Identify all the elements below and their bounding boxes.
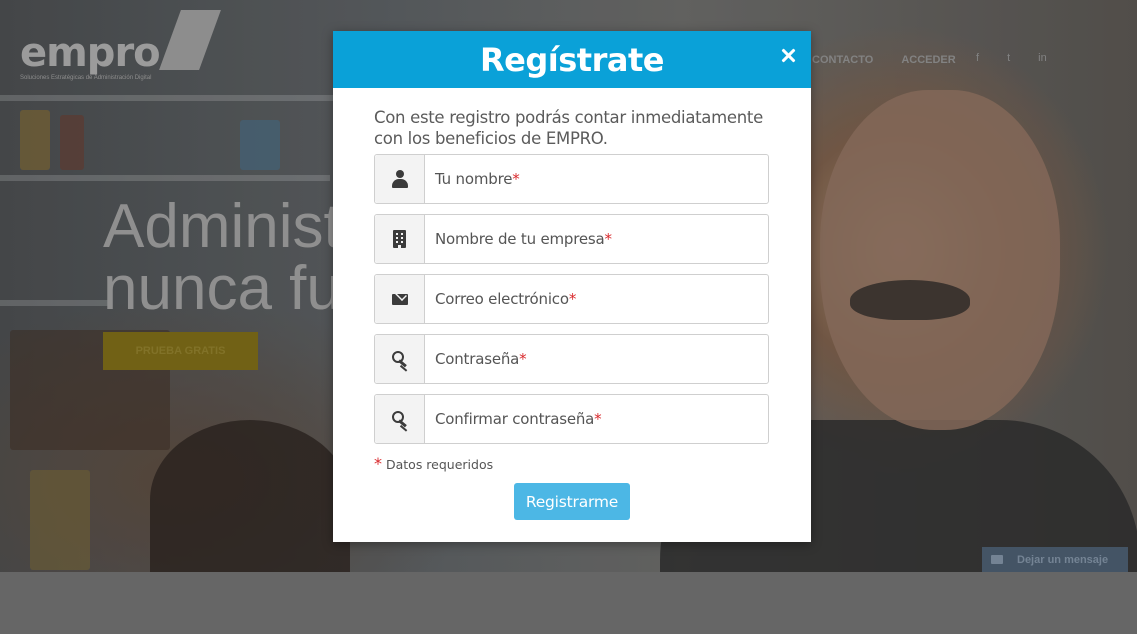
registration-modal: Regístrate Con este registro podrás cont…: [333, 31, 811, 542]
register-button[interactable]: Registrarme: [514, 483, 630, 520]
email-placeholder: Correo electrónico*: [435, 290, 577, 308]
required-asterisk: *: [519, 350, 527, 368]
submit-row: Registrarme: [374, 483, 770, 520]
password-placeholder: Contraseña*: [435, 350, 527, 368]
name-input[interactable]: Tu nombre*: [425, 155, 768, 203]
key-icon: [391, 351, 408, 367]
modal-intro-text: Con este registro podrás contar inmediat…: [374, 108, 763, 148]
modal-header: Regístrate: [333, 31, 811, 88]
modal-title: Regístrate: [480, 40, 664, 79]
confirm-password-field[interactable]: Confirmar contraseña*: [374, 394, 769, 444]
modal-body: Con este registro podrás contar inmediat…: [333, 88, 811, 520]
required-asterisk: *: [374, 454, 382, 473]
confirm-password-placeholder: Confirmar contraseña*: [435, 410, 602, 428]
key-icon: [391, 411, 408, 427]
required-asterisk: *: [604, 230, 612, 248]
envelope-icon: [391, 293, 408, 305]
confirm-password-input[interactable]: Confirmar contraseña*: [425, 395, 768, 443]
field-icon-box: [375, 215, 425, 263]
required-asterisk: *: [512, 170, 520, 188]
close-icon[interactable]: [781, 48, 795, 62]
password-input[interactable]: Contraseña*: [425, 335, 768, 383]
required-note-text: Datos requeridos: [385, 457, 494, 472]
building-icon: [393, 230, 406, 248]
field-icon-box: [375, 275, 425, 323]
name-field[interactable]: Tu nombre*: [374, 154, 769, 204]
company-placeholder: Nombre de tu empresa*: [435, 230, 612, 248]
required-asterisk: *: [594, 410, 602, 428]
user-icon: [391, 170, 408, 188]
password-field[interactable]: Contraseña*: [374, 334, 769, 384]
email-field[interactable]: Correo electrónico*: [374, 274, 769, 324]
required-fields-note: * Datos requeridos: [374, 454, 770, 473]
company-input[interactable]: Nombre de tu empresa*: [425, 215, 768, 263]
email-input[interactable]: Correo electrónico*: [425, 275, 768, 323]
name-placeholder: Tu nombre*: [435, 170, 520, 188]
registration-form: Tu nombre* Nombre de tu empresa* Correo …: [374, 154, 770, 444]
field-icon-box: [375, 335, 425, 383]
field-icon-box: [375, 155, 425, 203]
required-asterisk: *: [568, 290, 577, 308]
field-icon-box: [375, 395, 425, 443]
company-field[interactable]: Nombre de tu empresa*: [374, 214, 769, 264]
